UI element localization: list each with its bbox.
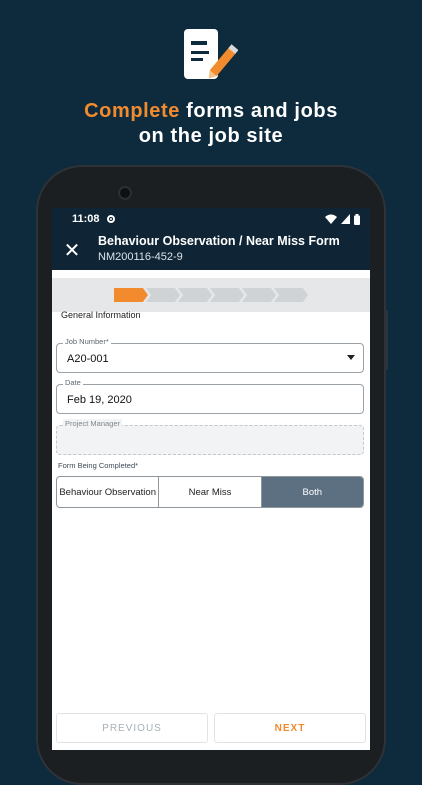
- dropdown-arrow-icon: [347, 355, 355, 360]
- project-manager-field: Project Manager: [56, 419, 364, 455]
- step-5: [242, 288, 276, 302]
- option-near-miss[interactable]: Near Miss: [159, 477, 262, 507]
- form-title: Behaviour Observation / Near Miss Form: [98, 234, 340, 248]
- step-1: [114, 288, 148, 302]
- headline-line2: on the job site: [138, 125, 284, 147]
- step-2: [146, 288, 180, 302]
- previous-button[interactable]: PREVIOUS: [56, 713, 208, 743]
- headline-rest: forms and jobs: [180, 100, 338, 122]
- promo-headline: Complete forms and jobs on the job site: [0, 99, 422, 149]
- job-number-select[interactable]: Job Number* A20-001: [56, 337, 364, 373]
- date-field[interactable]: Date Feb 19, 2020: [56, 378, 364, 414]
- form-type-segmented-control: Behaviour Observation Near Miss Both: [56, 476, 364, 508]
- progress-stepper: [52, 278, 370, 312]
- project-manager-label: Project Manager: [63, 419, 123, 428]
- status-bar: 11:08: [52, 208, 370, 230]
- phone-screen: 11:08 ✕ Behaviour Observation / Near Mis…: [52, 208, 370, 750]
- job-number-value: A20-001: [67, 353, 109, 365]
- close-icon: ✕: [63, 239, 81, 262]
- headline-accent: Complete: [84, 100, 181, 122]
- form-id: NM200116-452-9: [98, 251, 183, 263]
- next-button[interactable]: NEXT: [214, 713, 366, 743]
- step-4: [210, 288, 244, 302]
- option-both[interactable]: Both: [261, 477, 363, 507]
- step-6: [274, 288, 308, 302]
- section-title: General Information: [61, 310, 141, 320]
- close-button[interactable]: ✕: [60, 238, 84, 262]
- wifi-icon: [325, 214, 337, 224]
- front-camera: [118, 186, 132, 200]
- battery-icon: [354, 213, 360, 225]
- step-3: [178, 288, 212, 302]
- status-time: 11:08: [72, 213, 100, 225]
- document-pencil-icon: [184, 29, 238, 79]
- settings-gear-icon: [106, 215, 115, 223]
- form-being-completed-label: Form Being Completed*: [58, 461, 139, 470]
- footer-actions: PREVIOUS NEXT: [56, 713, 366, 743]
- phone-side-button: [384, 310, 388, 370]
- signal-icon: [341, 214, 350, 224]
- date-value: Feb 19, 2020: [67, 394, 132, 406]
- date-label: Date: [63, 378, 83, 387]
- option-behaviour-observation[interactable]: Behaviour Observation: [57, 477, 160, 507]
- job-number-label: Job Number*: [63, 337, 111, 346]
- app-bar: ✕ Behaviour Observation / Near Miss Form…: [52, 230, 370, 270]
